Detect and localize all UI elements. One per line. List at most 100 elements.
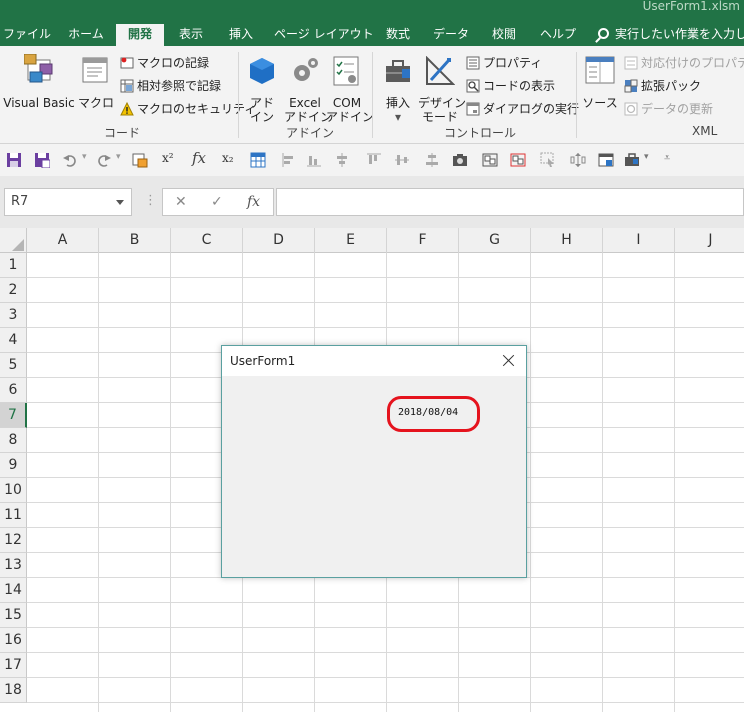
- camera-icon[interactable]: [452, 152, 468, 168]
- customize-qat-icon[interactable]: ⩡: [664, 151, 670, 165]
- save-icon[interactable]: [6, 152, 22, 168]
- column-header[interactable]: I: [603, 228, 675, 253]
- column-header[interactable]: C: [171, 228, 243, 253]
- row-header[interactable]: 18: [0, 678, 27, 703]
- enter-icon[interactable]: ✓: [211, 194, 223, 210]
- align-top-icon[interactable]: [366, 152, 382, 168]
- row-header[interactable]: 8: [0, 428, 27, 453]
- column-header[interactable]: E: [315, 228, 387, 253]
- row-header[interactable]: 17: [0, 653, 27, 678]
- addins-button[interactable]: アド イン: [244, 52, 280, 124]
- align-bottom-icon[interactable]: [306, 152, 322, 168]
- group-objects-icon[interactable]: [482, 152, 498, 168]
- row-header[interactable]: 7: [0, 403, 27, 428]
- tab-insert[interactable]: 挿入: [220, 24, 262, 46]
- distribute-vertical-icon[interactable]: [424, 152, 440, 168]
- visual-basic-button[interactable]: Visual Basic: [2, 52, 76, 118]
- gear-icon: [294, 58, 318, 81]
- table-icon[interactable]: [250, 152, 266, 168]
- insert-control-button[interactable]: 挿入 ▾: [380, 52, 416, 124]
- formula-input[interactable]: [276, 188, 744, 216]
- ungroup-objects-icon[interactable]: [510, 152, 526, 168]
- superscript-icon[interactable]: x²: [162, 151, 174, 165]
- redo-icon[interactable]: [96, 152, 112, 168]
- view-code-button[interactable]: コードの表示: [466, 77, 555, 95]
- tab-formulas[interactable]: 数式: [378, 24, 418, 46]
- align-left-icon[interactable]: [280, 152, 296, 168]
- run-dialog-button[interactable]: ダイアログの実行: [466, 100, 579, 118]
- resize-vertical-icon[interactable]: [570, 152, 586, 168]
- macros-button[interactable]: マクロ: [78, 52, 114, 118]
- excel-addins-button[interactable]: Excel アドイン: [284, 52, 332, 124]
- row-header[interactable]: 6: [0, 378, 27, 403]
- userform-window[interactable]: UserForm1 2018/08/04: [221, 345, 527, 578]
- row-header[interactable]: 9: [0, 453, 27, 478]
- select-objects-icon[interactable]: [540, 152, 556, 168]
- properties-button[interactable]: プロパティ: [466, 54, 542, 72]
- visual-basic-icon: [24, 54, 53, 83]
- row-header[interactable]: 14: [0, 578, 27, 603]
- row-header[interactable]: 4: [0, 328, 27, 353]
- column-header[interactable]: D: [243, 228, 315, 253]
- tab-page-layout[interactable]: ページ レイアウト: [274, 24, 374, 46]
- function-icon[interactable]: fx: [192, 149, 206, 167]
- row-header[interactable]: 15: [0, 603, 27, 628]
- design-mode-button[interactable]: デザイン モード: [418, 52, 466, 124]
- chevron-down-icon[interactable]: [116, 200, 124, 205]
- row-header[interactable]: 12: [0, 528, 27, 553]
- column-header[interactable]: G: [459, 228, 531, 253]
- view-object-icon[interactable]: [598, 152, 614, 168]
- relative-reference-button[interactable]: 相対参照で記録: [120, 77, 221, 95]
- userform-titlebar[interactable]: UserForm1: [222, 346, 526, 376]
- column-header[interactable]: F: [387, 228, 459, 253]
- row-header[interactable]: 2: [0, 278, 27, 303]
- gridline-vertical: [602, 253, 603, 712]
- column-header[interactable]: J: [675, 228, 744, 253]
- column-header[interactable]: B: [99, 228, 171, 253]
- select-all-button[interactable]: [0, 228, 27, 253]
- row-header[interactable]: 5: [0, 353, 27, 378]
- toolbox-small-icon[interactable]: [624, 152, 640, 168]
- title-tab-bar: UserForm1.xlsm ファイル ホーム 開発 表示 挿入 ページ レイア…: [0, 0, 744, 46]
- close-icon[interactable]: [498, 350, 520, 372]
- row-header[interactable]: 10: [0, 478, 27, 503]
- undo-dropdown-icon[interactable]: ▾: [82, 152, 87, 162]
- distribute-horizontal-icon[interactable]: [394, 152, 410, 168]
- align-center-icon[interactable]: [334, 152, 350, 168]
- row-header[interactable]: 13: [0, 553, 27, 578]
- tab-help[interactable]: ヘルプ: [534, 24, 582, 46]
- toolbox-dropdown-icon[interactable]: ▾: [644, 152, 649, 162]
- row-header[interactable]: 16: [0, 628, 27, 653]
- tab-developer[interactable]: 開発: [116, 24, 164, 46]
- xml-source-button[interactable]: ソース: [582, 52, 618, 122]
- tab-home[interactable]: ホーム: [60, 24, 112, 46]
- map-properties-button[interactable]: 対応付けのプロパティ: [624, 54, 744, 72]
- record-macro-button[interactable]: マクロの記録: [120, 54, 209, 72]
- refresh-data-button[interactable]: データの更新: [624, 100, 713, 118]
- name-box[interactable]: R7: [4, 188, 132, 216]
- tab-view[interactable]: 表示: [170, 24, 212, 46]
- tab-file[interactable]: ファイル: [0, 24, 54, 46]
- group-label-xml: XML: [692, 124, 718, 138]
- insert-function-icon[interactable]: fx: [247, 194, 260, 210]
- userform-icon[interactable]: [132, 152, 148, 168]
- macro-security-button[interactable]: マクロのセキュリティ: [120, 100, 256, 118]
- cancel-icon[interactable]: ✕: [175, 194, 187, 210]
- formula-bar-grip-icon[interactable]: ⋮: [144, 193, 157, 208]
- subscript-icon[interactable]: x₂: [222, 151, 234, 165]
- gridline-vertical: [170, 253, 171, 712]
- column-header[interactable]: H: [531, 228, 603, 253]
- expansion-packs-button[interactable]: 拡張パック: [624, 77, 701, 95]
- row-header[interactable]: 1: [0, 253, 27, 278]
- row-header[interactable]: 11: [0, 503, 27, 528]
- column-header[interactable]: A: [27, 228, 99, 253]
- com-addins-button[interactable]: COM アドイン: [326, 52, 374, 124]
- gridline-vertical: [674, 253, 675, 712]
- redo-dropdown-icon[interactable]: ▾: [116, 152, 121, 162]
- tell-me-box[interactable]: 実行したい作業を入力して: [598, 24, 744, 46]
- tab-data[interactable]: データ: [428, 24, 474, 46]
- row-header[interactable]: 3: [0, 303, 27, 328]
- save-as-icon[interactable]: [34, 152, 50, 168]
- tab-review[interactable]: 校閲: [484, 24, 524, 46]
- undo-icon[interactable]: [62, 152, 78, 168]
